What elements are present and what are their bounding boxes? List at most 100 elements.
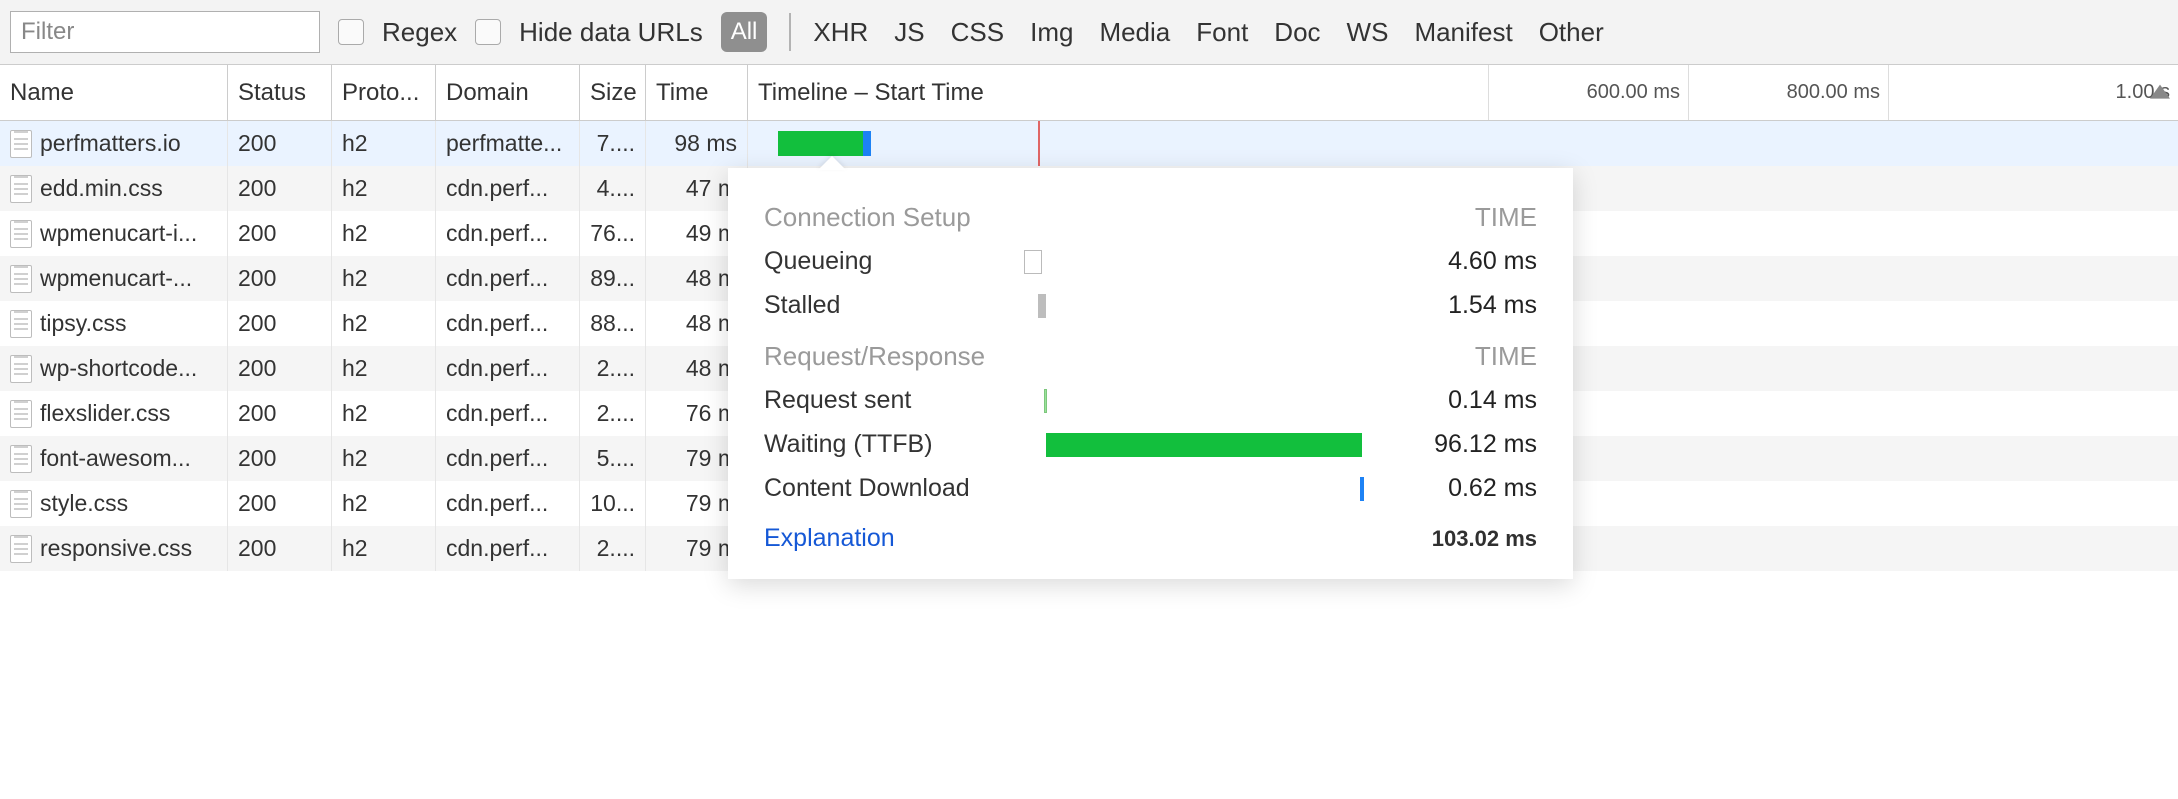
queueing-bar bbox=[1024, 248, 1364, 274]
table-row[interactable]: perfmatters.io200h2perfmatte...7....98 m… bbox=[0, 121, 2178, 166]
timing-popover: Connection Setup TIME Queueing 4.60 ms S… bbox=[728, 168, 1573, 579]
cell-name: responsive.css bbox=[0, 526, 228, 571]
filter-all-pill[interactable]: All bbox=[721, 12, 768, 52]
cell-name-text: wpmenucart-... bbox=[40, 265, 192, 292]
tab-media[interactable]: Media bbox=[1099, 17, 1170, 48]
col-timeline[interactable]: Timeline – Start Time 600.00 ms 800.00 m… bbox=[748, 65, 2178, 120]
request-sent-label: Request sent bbox=[764, 386, 1024, 415]
stalled-bar bbox=[1024, 292, 1364, 318]
file-icon bbox=[10, 400, 32, 428]
request-sent-value: 0.14 ms bbox=[1364, 386, 1537, 415]
waiting-bar bbox=[1024, 431, 1364, 457]
cell-domain: cdn.perf... bbox=[436, 526, 580, 571]
cell-name: wpmenucart-... bbox=[0, 256, 228, 301]
cell-name-text: tipsy.css bbox=[40, 310, 126, 337]
regex-label: Regex bbox=[382, 17, 457, 48]
tab-img[interactable]: Img bbox=[1030, 17, 1073, 48]
cell-size: 88... bbox=[580, 301, 646, 346]
col-timeline-label: Timeline – Start Time bbox=[758, 79, 984, 107]
request-response-title: Request/Response bbox=[764, 341, 985, 372]
timeline-ticks: 600.00 ms 800.00 ms 1.00 s bbox=[1488, 65, 2178, 120]
cell-name: flexslider.css bbox=[0, 391, 228, 436]
cell-timeline bbox=[748, 121, 2178, 166]
tab-js[interactable]: JS bbox=[894, 17, 924, 48]
file-icon bbox=[10, 175, 32, 203]
cell-name: wp-shortcode... bbox=[0, 346, 228, 391]
stalled-value: 1.54 ms bbox=[1364, 291, 1537, 320]
regex-checkbox[interactable] bbox=[338, 19, 364, 45]
cell-name-text: flexslider.css bbox=[40, 400, 170, 427]
col-protocol[interactable]: Proto... bbox=[332, 65, 436, 120]
request-sent-bar bbox=[1024, 387, 1364, 413]
cell-protocol: h2 bbox=[332, 436, 436, 481]
tab-ws[interactable]: WS bbox=[1347, 17, 1389, 48]
cell-protocol: h2 bbox=[332, 391, 436, 436]
tick-800: 800.00 ms bbox=[1688, 65, 1888, 120]
cell-protocol: h2 bbox=[332, 301, 436, 346]
cell-name-text: wpmenucart-i... bbox=[40, 220, 197, 247]
cell-name: tipsy.css bbox=[0, 301, 228, 346]
cell-domain: cdn.perf... bbox=[436, 301, 580, 346]
col-name[interactable]: Name bbox=[0, 65, 228, 120]
col-status[interactable]: Status bbox=[228, 65, 332, 120]
tick-600: 600.00 ms bbox=[1488, 65, 1688, 120]
cell-domain: perfmatte... bbox=[436, 121, 580, 166]
tab-other[interactable]: Other bbox=[1539, 17, 1604, 48]
waiting-label: Waiting (TTFB) bbox=[764, 430, 1024, 459]
col-size[interactable]: Size bbox=[580, 65, 646, 120]
cell-size: 76... bbox=[580, 211, 646, 256]
cell-protocol: h2 bbox=[332, 211, 436, 256]
connection-setup-title: Connection Setup bbox=[764, 202, 971, 233]
explanation-link[interactable]: Explanation bbox=[764, 524, 895, 553]
file-icon bbox=[10, 445, 32, 473]
hide-data-urls-label: Hide data URLs bbox=[519, 17, 703, 48]
waterfall-bar[interactable] bbox=[778, 131, 863, 156]
network-toolbar: Regex Hide data URLs All XHR JS CSS Img … bbox=[0, 0, 2178, 65]
tab-font[interactable]: Font bbox=[1196, 17, 1248, 48]
type-filter-tabs: XHR JS CSS Img Media Font Doc WS Manifes… bbox=[813, 17, 1603, 48]
col-domain[interactable]: Domain bbox=[436, 65, 580, 120]
cell-time: 98 ms bbox=[646, 121, 748, 166]
time-header-2: TIME bbox=[1475, 341, 1537, 372]
cell-status: 200 bbox=[228, 391, 332, 436]
cell-name: style.css bbox=[0, 481, 228, 526]
queueing-value: 4.60 ms bbox=[1364, 247, 1537, 276]
cell-size: 10... bbox=[580, 481, 646, 526]
cell-protocol: h2 bbox=[332, 526, 436, 571]
cell-name-text: font-awesom... bbox=[40, 445, 191, 472]
file-icon bbox=[10, 310, 32, 338]
cell-status: 200 bbox=[228, 436, 332, 481]
cell-name-text: responsive.css bbox=[40, 535, 192, 562]
cell-status: 200 bbox=[228, 526, 332, 571]
cell-name-text: style.css bbox=[40, 490, 128, 517]
waiting-value: 96.12 ms bbox=[1364, 430, 1537, 459]
tab-xhr[interactable]: XHR bbox=[813, 17, 868, 48]
cell-protocol: h2 bbox=[332, 256, 436, 301]
hide-data-urls-checkbox[interactable] bbox=[475, 19, 501, 45]
download-bar bbox=[1024, 475, 1364, 501]
file-icon bbox=[10, 490, 32, 518]
cell-name: perfmatters.io bbox=[0, 121, 228, 166]
tab-css[interactable]: CSS bbox=[951, 17, 1004, 48]
cell-size: 2.... bbox=[580, 391, 646, 436]
total-time-value: 103.02 ms bbox=[1432, 526, 1537, 552]
cell-size: 5.... bbox=[580, 436, 646, 481]
queueing-label: Queueing bbox=[764, 247, 1024, 276]
cell-size: 89... bbox=[580, 256, 646, 301]
cell-status: 200 bbox=[228, 301, 332, 346]
stalled-label: Stalled bbox=[764, 291, 1024, 320]
sort-ascending-icon bbox=[2150, 84, 2170, 98]
col-time[interactable]: Time bbox=[646, 65, 748, 120]
download-value: 0.62 ms bbox=[1364, 474, 1537, 503]
cell-status: 200 bbox=[228, 121, 332, 166]
cell-domain: cdn.perf... bbox=[436, 346, 580, 391]
cell-domain: cdn.perf... bbox=[436, 436, 580, 481]
cell-protocol: h2 bbox=[332, 121, 436, 166]
cell-protocol: h2 bbox=[332, 166, 436, 211]
filter-input[interactable] bbox=[10, 11, 320, 53]
tab-manifest[interactable]: Manifest bbox=[1414, 17, 1512, 48]
tab-doc[interactable]: Doc bbox=[1274, 17, 1320, 48]
cell-size: 4.... bbox=[580, 166, 646, 211]
cell-name-text: edd.min.css bbox=[40, 175, 163, 202]
toolbar-separator bbox=[789, 13, 791, 51]
